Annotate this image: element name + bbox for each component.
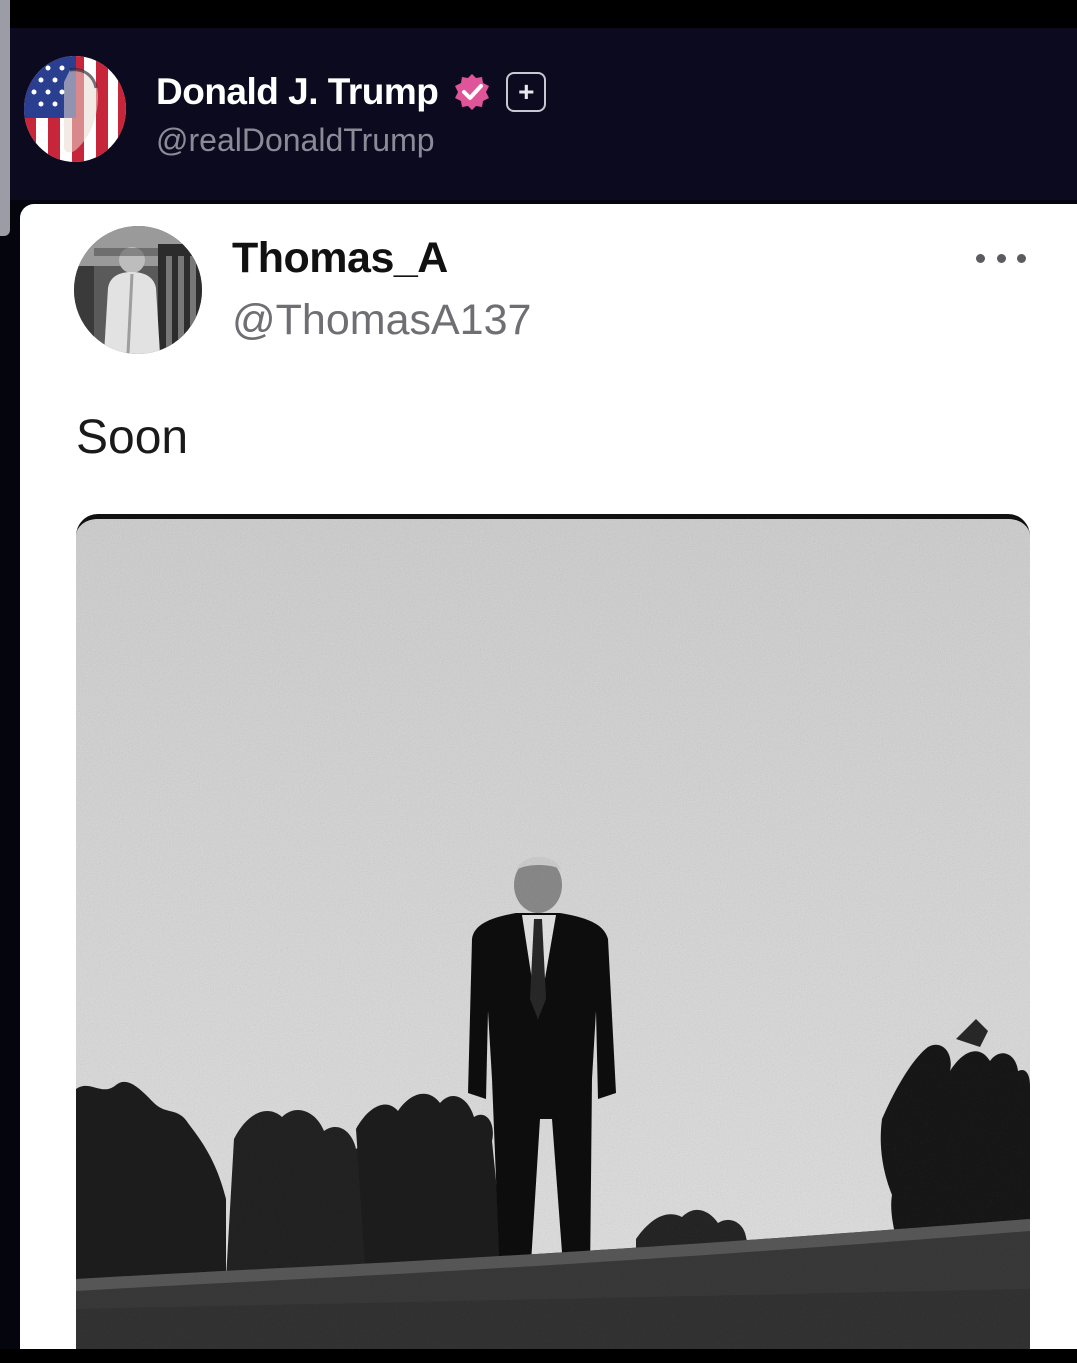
post-text: Soon <box>76 411 189 464</box>
author-name-row: Donald J. Trump + <box>156 68 547 116</box>
more-dot <box>976 253 985 263</box>
author-avatar[interactable] <box>24 56 126 162</box>
author-name[interactable]: Donald J. Trump <box>156 71 439 113</box>
quoted-post-card[interactable]: Thomas_A @ThomasA137 Soon <box>20 204 1077 1363</box>
post-photo[interactable] <box>76 514 1030 1363</box>
author-handle[interactable]: @realDonaldTrump <box>156 122 435 159</box>
plus-icon[interactable]: + <box>506 72 547 112</box>
quoted-author-name[interactable]: Thomas_A <box>232 234 448 283</box>
more-options-icon[interactable] <box>976 248 1026 268</box>
quoted-avatar-image <box>74 226 202 354</box>
quoted-author-avatar[interactable] <box>74 226 202 354</box>
verified-badge-icon <box>455 74 490 110</box>
quoted-author-handle[interactable]: @ThomasA137 <box>232 296 531 345</box>
more-dot <box>1017 253 1026 263</box>
app-screen: Donald J. Trump + @realDonaldTrump Thoma… <box>0 0 1077 1363</box>
more-dot <box>996 253 1006 263</box>
bottom-bar <box>0 1349 1077 1363</box>
status-bar <box>0 0 1077 28</box>
photo-image <box>76 519 1030 1363</box>
flag-portrait-image <box>24 56 126 162</box>
side-handle <box>0 0 10 236</box>
